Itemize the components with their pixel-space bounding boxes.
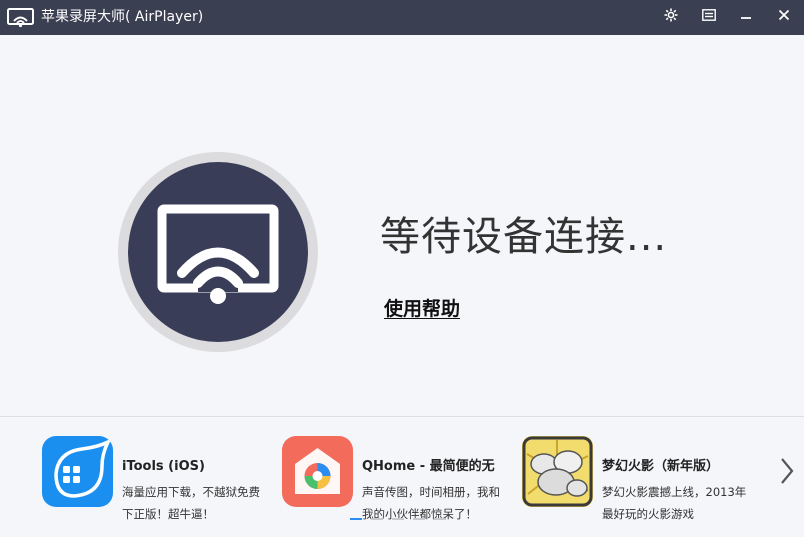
page-dot-active[interactable]	[350, 518, 362, 520]
airplay-illustration	[118, 152, 318, 352]
main-panel: 等待设备连接... 使用帮助	[0, 35, 804, 416]
menu-icon	[702, 9, 716, 21]
title-bar: 苹果录屏大师( AirPlayer)	[0, 0, 804, 35]
page-dot[interactable]	[434, 518, 446, 520]
app-description: 海量应用下载，不越狱免费 下正版！超牛逼！	[122, 485, 260, 521]
page-dot[interactable]	[371, 518, 383, 520]
app-name: iTools (iOS)	[122, 459, 205, 474]
page-dot[interactable]	[392, 518, 404, 520]
airplay-wifi-icon	[157, 204, 279, 304]
minimize-button[interactable]	[734, 4, 758, 26]
recommended-apps-bar: iTools (iOS) 海量应用下载，不越狱免费 下正版！超牛逼！ QHome…	[0, 417, 804, 537]
settings-icon	[664, 8, 678, 22]
help-link[interactable]: 使用帮助	[384, 297, 460, 321]
game-icon	[522, 436, 593, 507]
settings-button[interactable]	[659, 4, 683, 26]
itools-icon	[42, 436, 113, 507]
app-card-game[interactable]: 梦幻火影（新年版） 梦幻火影震撼上线，2013年 最好玩的火影游戏	[522, 436, 762, 521]
minimize-icon	[741, 17, 751, 19]
airplay-logo-icon	[7, 8, 34, 28]
close-button[interactable]	[772, 4, 796, 26]
app-card-qhome[interactable]: QHome - 最简便的无 声音传图，时间相册，我和 我的小伙伴都惊呆了！	[282, 436, 512, 521]
connection-status-text: 等待设备连接...	[380, 214, 668, 260]
qhome-icon	[282, 436, 353, 507]
app-card-itools[interactable]: iTools (iOS) 海量应用下载，不越狱免费 下正版！超牛逼！	[42, 436, 272, 521]
page-dot[interactable]	[413, 518, 425, 520]
chevron-right-icon	[781, 458, 794, 484]
menu-button[interactable]	[697, 4, 721, 26]
app-name: 梦幻火影（新年版）	[602, 459, 720, 474]
window-title: 苹果录屏大师( AirPlayer)	[41, 9, 204, 25]
next-page-button[interactable]	[774, 453, 798, 489]
app-name: QHome - 最简便的无	[362, 459, 495, 474]
close-icon	[778, 9, 790, 21]
app-description: 梦幻火影震撼上线，2013年 最好玩的火影游戏	[602, 485, 747, 521]
